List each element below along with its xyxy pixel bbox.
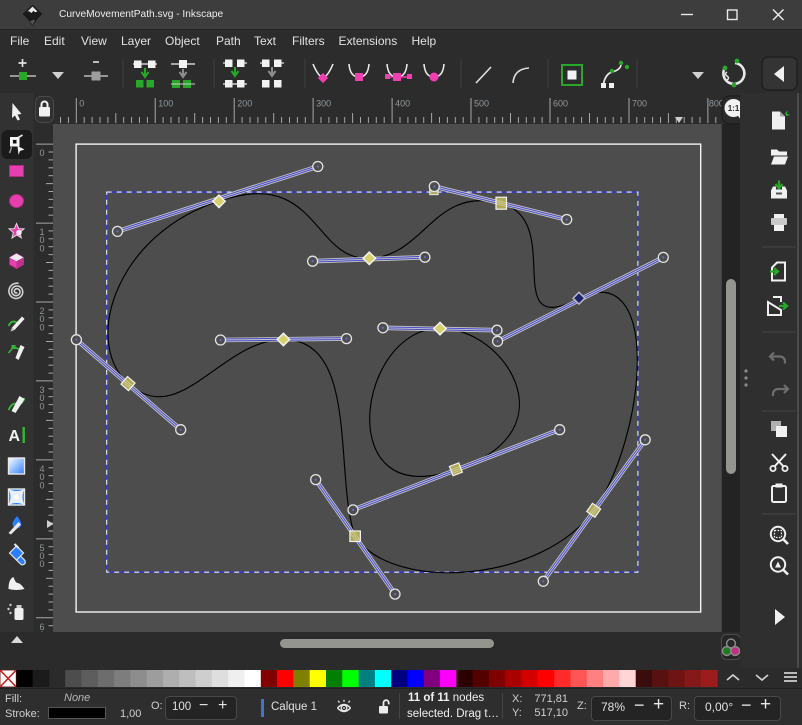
svg-text:500: 500 [474, 99, 489, 109]
svg-text:1:1: 1:1 [728, 104, 740, 113]
svg-text:600: 600 [553, 99, 568, 109]
svg-text:700: 700 [632, 99, 647, 109]
svg-text:0: 0 [39, 401, 44, 411]
svg-text:0: 0 [39, 243, 44, 253]
svg-text:A: A [9, 428, 21, 445]
svg-text:400: 400 [395, 99, 410, 109]
svg-text:200: 200 [237, 99, 252, 109]
svg-text:0: 0 [39, 148, 44, 158]
svg-text:100: 100 [158, 99, 173, 109]
svg-text:0: 0 [39, 322, 44, 332]
svg-text:0: 0 [39, 480, 44, 490]
svg-text:300: 300 [316, 99, 331, 109]
svg-text:0: 0 [79, 99, 84, 109]
svg-text:0: 0 [39, 559, 44, 569]
